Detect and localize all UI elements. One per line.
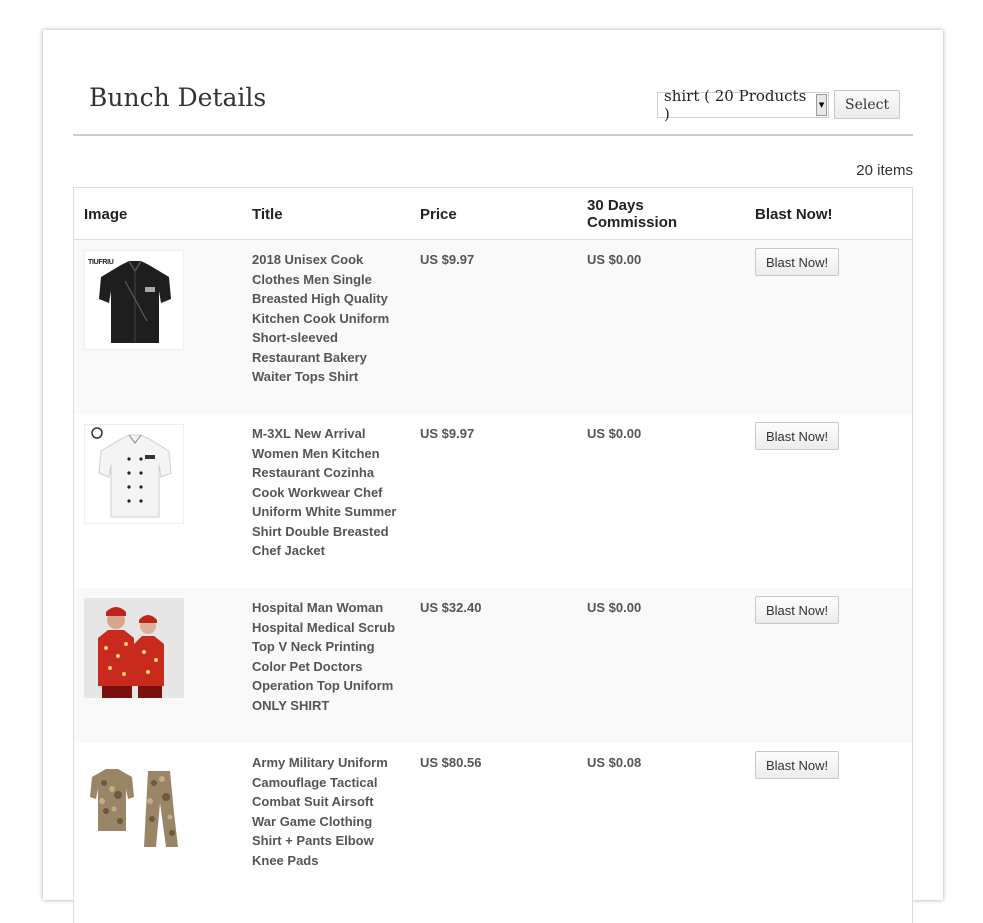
chevron-down-icon[interactable]: ▼: [816, 93, 827, 116]
bunch-select[interactable]: shirt ( 20 Products ) ▼: [657, 87, 829, 123]
product-image-white-chef-jacket[interactable]: [84, 424, 184, 524]
white-chef-jacket-icon: [91, 427, 172, 518]
product-image-red-scrub-couple[interactable]: [84, 598, 184, 698]
column-header-title: Title: [242, 188, 410, 240]
brand-label: TIUFRIU: [88, 259, 114, 266]
product-title[interactable]: M-3XL New Arrival Women Men Kitchen Rest…: [242, 414, 410, 588]
product-price: US $9.97: [410, 414, 577, 588]
product-title[interactable]: Hospital Man Woman Hospital Medical Scru…: [242, 588, 410, 743]
product-title[interactable]: Army Military Uniform Camouflage Tactica…: [242, 743, 410, 923]
column-header-price: Price: [410, 188, 577, 240]
products-table: Image Title Price 30 Days Commission Bla…: [73, 187, 913, 923]
blast-now-button[interactable]: Blast Now!: [755, 422, 840, 450]
red-scrub-couple-icon: [84, 598, 184, 698]
blast-now-button[interactable]: Blast Now!: [755, 751, 840, 779]
product-commission: US $0.08: [577, 743, 745, 923]
item-count: 20 items: [856, 162, 913, 179]
product-commission: US $0.00: [577, 239, 745, 414]
bunch-select-value: shirt ( 20 Products ): [664, 86, 807, 123]
product-image-camouflage-uniform[interactable]: [84, 753, 184, 853]
product-commission: US $0.00: [577, 414, 745, 588]
product-price: US $9.97: [410, 239, 577, 414]
column-header-image: Image: [74, 188, 242, 240]
product-title[interactable]: 2018 Unisex Cook Clothes Men Single Brea…: [242, 239, 410, 414]
table-row: M-3XL New Arrival Women Men Kitchen Rest…: [74, 414, 912, 588]
select-button[interactable]: Select: [834, 90, 901, 119]
camouflage-uniform-icon: [90, 769, 178, 847]
table-row: TIUFRIU 2018 Unisex Cook Clothes Men Sin…: [74, 239, 912, 414]
blast-now-button[interactable]: Blast Now!: [755, 248, 840, 276]
blast-now-button[interactable]: Blast Now!: [755, 596, 840, 624]
header-divider: [73, 134, 913, 136]
column-header-commission: 30 Days Commission: [577, 188, 745, 240]
product-image-black-chef-shirt[interactable]: TIUFRIU: [84, 250, 184, 350]
product-price: US $80.56: [410, 743, 577, 923]
table-header-row: Image Title Price 30 Days Commission Bla…: [74, 188, 912, 240]
bunch-details-panel: Bunch Details shirt ( 20 Products ) ▼ Se…: [43, 30, 943, 923]
page-title: Bunch Details: [89, 83, 267, 112]
product-commission: US $0.00: [577, 588, 745, 743]
bunch-selector: shirt ( 20 Products ) ▼ Select: [657, 87, 901, 123]
table-row: Hospital Man Woman Hospital Medical Scru…: [74, 588, 912, 743]
column-header-blast: Blast Now!: [745, 188, 912, 240]
table-row: Army Military Uniform Camouflage Tactica…: [74, 743, 912, 923]
product-price: US $32.40: [410, 588, 577, 743]
